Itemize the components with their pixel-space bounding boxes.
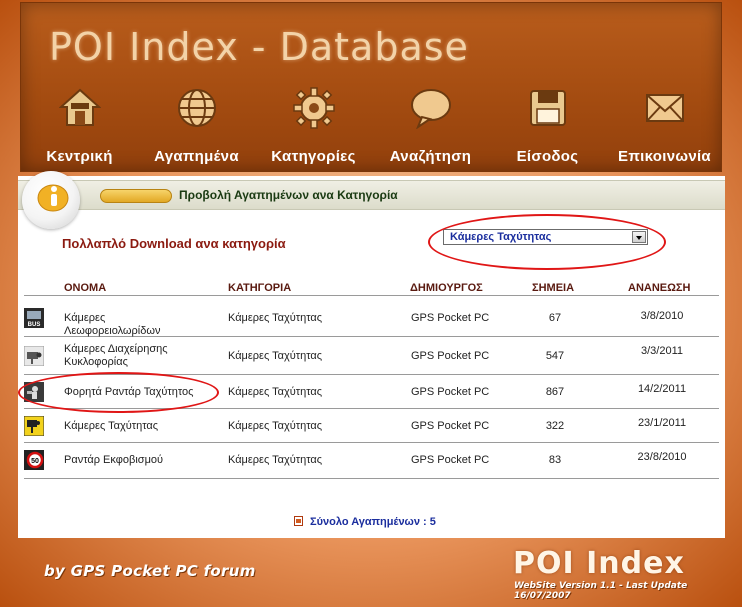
column-header-updated: ΑΝΑΝΕΩΣΗ [628,282,691,294]
nav-label: Επικοινωνία [618,148,711,165]
speed-limit-sign-icon: 50 [24,450,44,470]
favorites-total: Σύνολο Αγαπημένων : 5 [310,516,436,528]
poi-creator: GPS Pocket PC [411,454,490,466]
poi-points: 867 [545,386,565,398]
column-header-points: ΣΗΜΕΙΑ [532,282,575,294]
info-icon [37,184,69,212]
site-header: POI Index - Database Κεντρική Αγαπημένα [20,2,722,172]
info-badge-icon [22,171,80,229]
speech-bubble-icon [410,89,451,129]
nav-label: Κατηγορίες [271,148,356,165]
poi-points: 322 [545,420,565,432]
poi-name[interactable]: Ραντάρ Εκφοβισμού [64,454,204,467]
poi-creator: GPS Pocket PC [411,386,490,398]
category-select-value: Κάμερες Ταχύτητας [450,231,552,243]
poi-updated: 14/2/2011 [637,383,687,395]
poi-category: Κάμερες Ταχύτητας [228,386,323,398]
traffic-camera-icon [24,346,44,366]
nav-item-home[interactable]: Κεντρική [21,81,138,171]
footer-credit: by GPS Pocket PC forum [44,562,256,580]
section-title: Προβολή Αγαπημένων ανα Κατηγορία [179,188,398,202]
site-title: POI Index - Database [49,25,469,69]
nav-label: Κεντρική [46,148,113,165]
poi-category: Κάμερες Ταχύτητας [228,420,323,432]
table-header: ΟΝΟΜΑ ΚΑΤΗΓΟΡΙΑ ΔΗΜΙΟΥΡΓΟΣ ΣΗΜΕΙΑ ΑΝΑΝΕΩ… [24,282,719,296]
poi-name[interactable]: Κάμερες Λεωφορειολωρίδων [64,312,204,338]
poi-updated: 23/1/2011 [637,417,687,429]
nav-item-login[interactable]: Είσοδος [489,81,606,171]
poi-updated: 3/3/2011 [640,345,683,357]
svg-text:50: 50 [31,458,39,465]
speed-camera-icon [24,416,44,436]
category-select[interactable]: Κάμερες Ταχύτητας [443,229,648,245]
main-nav: Κεντρική Αγαπημένα Κατηγορίες Αναζήτηση … [21,81,723,171]
globe-icon [177,89,216,127]
poi-name[interactable]: Φορητά Ραντάρ Ταχύτητος [64,386,204,399]
table-row[interactable]: 50 Ραντάρ Εκφοβισμού Κάμερες Ταχύτητας G… [24,443,719,479]
svg-text:BUS: BUS [28,322,41,328]
nav-item-search[interactable]: Αναζήτηση [372,81,489,171]
poi-updated: 23/8/2010 [637,451,687,463]
poi-updated: 3/8/2010 [640,310,684,322]
footer-logo: POI Index [513,546,685,581]
nav-item-favorites[interactable]: Αγαπημένα [138,81,255,171]
table-row[interactable]: BUS Κάμερες Λεωφορειολωρίδων Κάμερες Ταχ… [24,298,719,337]
multi-download-label: Πολλαπλό Download ανα κατηγορία [62,236,286,251]
poi-creator: GPS Pocket PC [411,420,490,432]
table-row[interactable]: Κάμερες Ταχύτητας Κάμερες Ταχύτητας GPS … [24,409,719,443]
nav-label: Αναζήτηση [389,148,472,165]
home-icon [58,88,101,126]
nav-label: Είσοδος [516,148,579,165]
section-title-bar: Προβολή Αγαπημένων ανα Κατηγορία [18,171,725,229]
chevron-down-icon[interactable] [632,231,646,243]
nav-item-categories[interactable]: Κατηγορίες [255,81,372,171]
content-panel: Προβολή Αγαπημένων ανα Κατηγορία Πολλαπλ… [18,171,725,538]
bus-icon: BUS [24,308,44,328]
column-header-creator: ΔΗΜΙΟΥΡΓΟΣ [410,282,483,294]
poi-points: 83 [548,454,562,466]
section-pill-decoration [100,189,172,203]
save-disk-icon [529,90,566,126]
poi-points: 67 [548,312,562,324]
gear-icon [292,87,335,129]
poi-points: 547 [545,350,565,362]
nav-item-contact[interactable]: Επικοινωνία [606,81,723,171]
poi-creator: GPS Pocket PC [411,350,490,362]
table-row[interactable]: Φορητά Ραντάρ Ταχύτητος Κάμερες Ταχύτητα… [24,375,719,409]
poi-category: Κάμερες Ταχύτητας [228,312,323,324]
poi-category: Κάμερες Ταχύτητας [228,454,323,466]
table-row[interactable]: Κάμερες Διαχείρησης Κυκλοφορίας Κάμερες … [24,337,719,375]
poi-name[interactable]: Κάμερες Διαχείρησης Κυκλοφορίας [64,343,204,369]
column-header-name: ΟΝΟΜΑ [64,282,107,294]
envelope-icon [645,94,684,122]
nav-label: Αγαπημένα [154,148,239,165]
poi-category: Κάμερες Ταχύτητας [228,350,323,362]
poi-name[interactable]: Κάμερες Ταχύτητας [64,420,204,433]
mobile-radar-icon [24,382,44,402]
poi-creator: GPS Pocket PC [411,312,490,324]
column-header-category: ΚΑΤΗΓΟΡΙΑ [228,282,292,294]
footer-version: WebSite Version 1.1 - Last Update 16/07/… [514,581,688,601]
export-icon [294,516,303,526]
